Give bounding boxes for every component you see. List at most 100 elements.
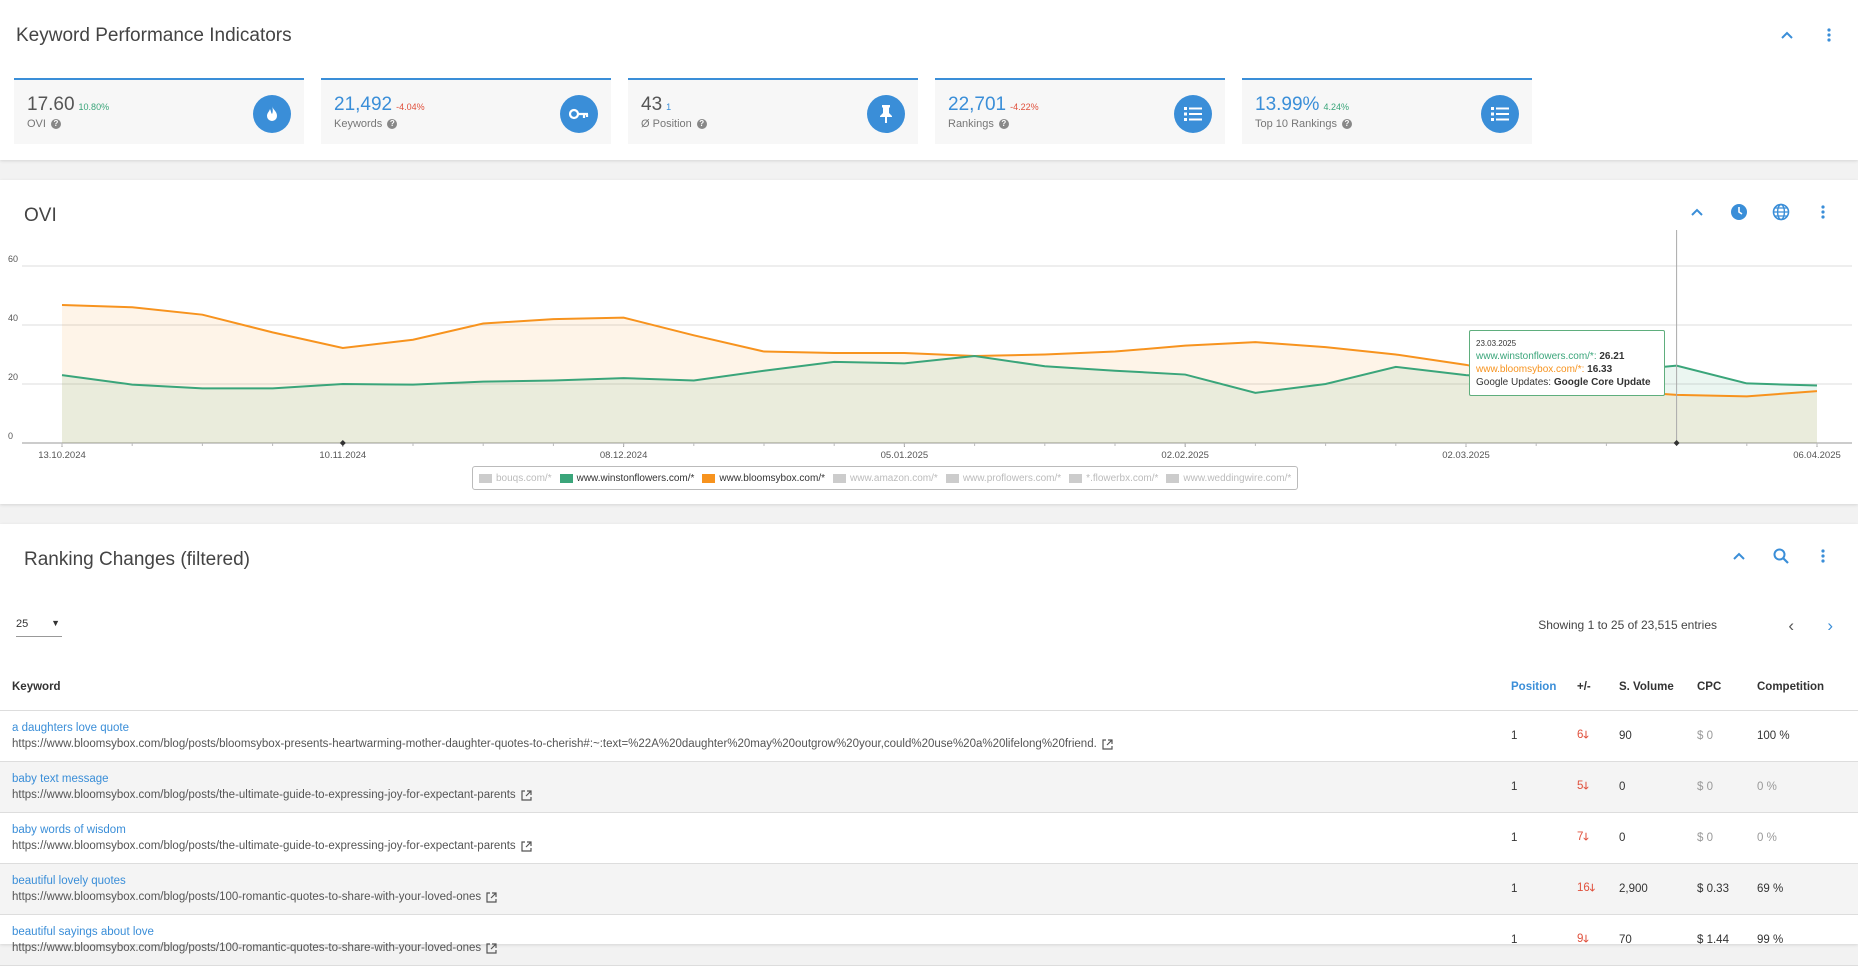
- page-size-select[interactable]: 25 ▼: [16, 618, 62, 637]
- change-cell: 9🡓: [1577, 914, 1619, 966]
- col-cpc[interactable]: CPC: [1697, 664, 1757, 711]
- help-icon[interactable]: ?: [998, 119, 1009, 129]
- legend-swatch: [833, 473, 846, 483]
- url-value: https://www.bloomsybox.com/blog/posts/10…: [12, 942, 482, 954]
- kpi-value-number: 22,701: [948, 94, 1007, 115]
- arrow-down-icon: 🡓: [1589, 882, 1595, 894]
- legend-item[interactable]: www.weddingwire.com/*: [1166, 473, 1291, 484]
- keyword-link[interactable]: baby words of wisdom: [12, 824, 1511, 836]
- more-menu-icon[interactable]: [1812, 201, 1834, 223]
- keyword-cell: beautiful lovely quotes https://www.bloo…: [0, 863, 1511, 915]
- y-tick-label: 40: [8, 313, 18, 323]
- clock-icon[interactable]: [1728, 201, 1750, 223]
- legend-label: www.proflowers.com/*: [962, 472, 1062, 484]
- tooltip-updates-label: Google Updates:: [1476, 377, 1552, 388]
- legend-item[interactable]: www.amazon.com/*: [833, 473, 938, 484]
- legend-label: www.weddingwire.com/*: [1183, 472, 1292, 484]
- globe-icon[interactable]: [1770, 201, 1792, 223]
- keyword-link[interactable]: beautiful sayings about love: [12, 926, 1511, 938]
- kpi-card: 21,492 -4.04% Keywords ?: [321, 78, 611, 144]
- keyword-link[interactable]: a daughters love quote: [12, 722, 1511, 734]
- prev-page-icon[interactable]: ‹: [1788, 616, 1794, 636]
- kpi-label-text: Keywords: [334, 118, 383, 130]
- kpi-label: Ø Position ?: [641, 118, 707, 130]
- kpi-value-number: 21,492: [334, 94, 393, 115]
- fire-icon: [253, 95, 291, 133]
- chart-tooltip: 23.03.2025 www.winstonflowers.com/*: 26.…: [1469, 330, 1665, 396]
- kpi-value: 22,701 -4.22%: [948, 94, 1039, 116]
- position-cell: 1: [1511, 761, 1577, 813]
- legend-label: www.winstonflowers.com/*: [576, 472, 695, 484]
- legend-item[interactable]: www.winstonflowers.com/*: [559, 472, 695, 484]
- ranking-panel-title: Ranking Changes (filtered): [24, 549, 251, 570]
- kpi-label: Rankings ?: [948, 118, 1009, 130]
- legend-item[interactable]: www.bloomsybox.com/*: [702, 473, 825, 484]
- keyword-cell: beautiful sayings about love https://www…: [0, 914, 1511, 966]
- legend-item[interactable]: bouqs.com/*: [479, 473, 552, 484]
- chart-legend: bouqs.com/* www.winstonflowers.com/* www.b…: [472, 466, 1299, 490]
- table-header-row: Keyword Position +/- S. Volume CPC Compe…: [0, 664, 1858, 711]
- collapse-icon[interactable]: [1728, 545, 1750, 567]
- kpi-label: Keywords ?: [334, 118, 398, 130]
- kpi-delta: 4.24%: [1323, 102, 1349, 112]
- kpi-delta: -4.04%: [396, 102, 425, 112]
- legend-swatch: [479, 473, 492, 483]
- volume-cell: 0: [1619, 761, 1697, 813]
- x-tick-label: 05.01.2025: [881, 450, 929, 461]
- x-tick-label: 10.11.2024: [319, 450, 366, 461]
- position-cell: 1: [1511, 914, 1577, 966]
- external-link-icon[interactable]: [1102, 738, 1113, 750]
- col-position[interactable]: Position: [1511, 664, 1577, 711]
- legend-label: *.flowerbx.com/*: [1086, 472, 1159, 484]
- legend-item[interactable]: www.proflowers.com/*: [945, 472, 1062, 484]
- external-link-icon[interactable]: [486, 942, 497, 954]
- position-cell: 1: [1511, 710, 1577, 762]
- col-change[interactable]: +/-: [1577, 664, 1619, 711]
- tooltip-series1-label: www.winstonflowers.com/*:: [1476, 351, 1597, 362]
- kpi-label-text: Ø Position: [641, 118, 692, 130]
- list-icon: [1481, 95, 1519, 133]
- competition-cell: 99 %: [1757, 914, 1858, 966]
- help-icon[interactable]: ?: [696, 119, 707, 129]
- help-icon[interactable]: ?: [387, 119, 398, 129]
- next-page-icon[interactable]: ›: [1827, 616, 1833, 636]
- kpi-panel-title: Keyword Performance Indicators: [16, 25, 292, 46]
- url-text: https://www.bloomsybox.com/blog/posts/th…: [12, 789, 532, 801]
- help-icon[interactable]: ?: [50, 119, 61, 129]
- kpi-label-text: Top 10 Rankings: [1255, 118, 1337, 130]
- key-icon: [560, 95, 598, 133]
- more-menu-icon[interactable]: [1818, 24, 1840, 46]
- external-link-icon[interactable]: [521, 789, 532, 801]
- col-keyword[interactable]: Keyword: [0, 664, 1511, 711]
- more-menu-icon[interactable]: [1812, 545, 1834, 567]
- kpi-value: 21,492 -4.04%: [334, 94, 425, 116]
- table-row: beautiful sayings about love https://www…: [0, 914, 1858, 966]
- help-icon[interactable]: ?: [1341, 119, 1352, 129]
- keyword-link[interactable]: baby text message: [12, 773, 1511, 785]
- kpi-card: 43 1 Ø Position ?: [628, 78, 918, 144]
- external-link-icon[interactable]: [486, 891, 497, 903]
- col-competition[interactable]: Competition: [1757, 664, 1858, 711]
- search-icon[interactable]: [1770, 545, 1792, 567]
- url-text: https://www.bloomsybox.com/blog/posts/th…: [12, 840, 532, 852]
- keyword-link[interactable]: beautiful lovely quotes: [12, 875, 1511, 887]
- list-icon: [1174, 95, 1212, 133]
- kpi-value-number: 17.60: [27, 94, 75, 115]
- kpi-value: 17.60 10.80%: [27, 94, 109, 116]
- legend-swatch: [559, 473, 573, 483]
- x-tick-label: 13.10.2024: [38, 450, 86, 461]
- collapse-icon[interactable]: [1776, 24, 1798, 46]
- table-row: baby words of wisdom https://www.bloomsy…: [0, 812, 1858, 864]
- table-row: a daughters love quote https://www.bloom…: [0, 710, 1858, 762]
- legend-item[interactable]: *.flowerbx.com/*: [1069, 473, 1158, 484]
- collapse-icon[interactable]: [1686, 201, 1708, 223]
- kpi-value: 43 1: [641, 94, 671, 116]
- ovi-panel-title: OVI: [24, 205, 57, 226]
- cpc-cell: $ 0.33: [1697, 863, 1757, 915]
- col-volume[interactable]: S. Volume: [1619, 664, 1697, 711]
- change-cell: 5🡓: [1577, 761, 1619, 813]
- kpi-card: 17.60 10.80% OVI ?: [14, 78, 304, 144]
- external-link-icon[interactable]: [521, 840, 532, 852]
- position-cell: 1: [1511, 812, 1577, 864]
- tooltip-series2-value: 16.33: [1587, 364, 1613, 375]
